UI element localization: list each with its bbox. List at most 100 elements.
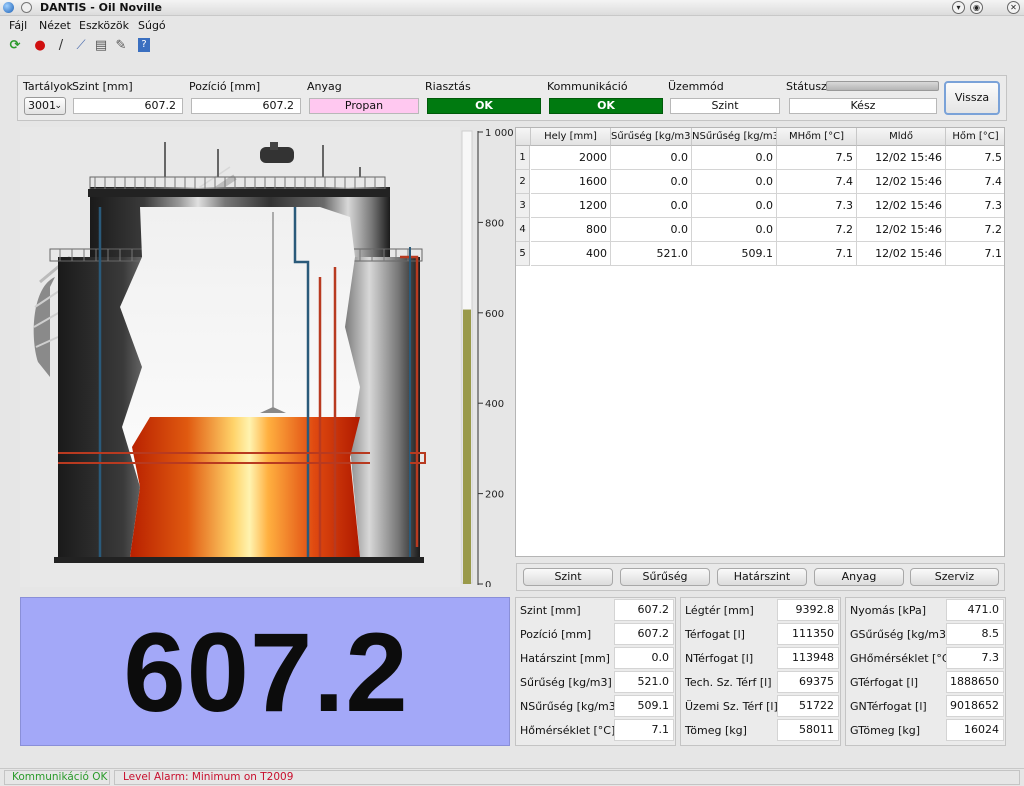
- table-cell[interactable]: 12/02 15:46: [857, 170, 946, 194]
- table-cell[interactable]: 7.4: [777, 170, 857, 194]
- value-label: GSűrűség [kg/m3]: [850, 628, 951, 641]
- row-number: 3: [516, 194, 530, 218]
- tab-level[interactable]: Szint: [523, 568, 613, 586]
- value-label: GTömeg [kg]: [850, 724, 921, 737]
- value-label: Határszint [mm]: [520, 652, 610, 665]
- table-cell[interactable]: 2000: [531, 146, 611, 170]
- tab-interface[interactable]: Határszint: [717, 568, 807, 586]
- refresh-icon[interactable]: ⟳: [7, 38, 23, 54]
- status-field: Kész: [789, 98, 937, 114]
- position-field: 607.2: [191, 98, 301, 114]
- scale-tick-label: 400: [485, 399, 504, 410]
- value-label: NSűrűség [kg/m3]: [520, 700, 621, 713]
- table-cell[interactable]: 0.0: [692, 194, 777, 218]
- table-cell[interactable]: 12/02 15:46: [857, 146, 946, 170]
- menu-tools[interactable]: Eszközök: [79, 19, 129, 32]
- menu-bar: Fájl Nézet Eszközök Súgó: [0, 16, 1024, 36]
- column-header[interactable]: Mldő: [857, 128, 946, 146]
- column-header[interactable]: Sűrűség [kg/m3]: [611, 128, 692, 146]
- table-cell[interactable]: 7.2: [946, 218, 1004, 242]
- value-field: 51722: [777, 695, 839, 717]
- position-label: Pozíció [mm]: [189, 80, 261, 93]
- table-cell[interactable]: 0.0: [692, 146, 777, 170]
- tab-density[interactable]: Sűrűség: [620, 568, 710, 586]
- row-number: 1: [516, 146, 530, 170]
- table-cell[interactable]: 12/02 15:46: [857, 218, 946, 242]
- menu-file[interactable]: Fájl: [9, 19, 27, 32]
- wrench-icon[interactable]: ✎: [113, 38, 129, 54]
- value-field: 607.2: [614, 599, 674, 621]
- minimize-icon[interactable]: ▾: [952, 1, 965, 14]
- help-icon[interactable]: ?: [138, 38, 150, 52]
- value-field: 7.1: [614, 719, 674, 741]
- value-field: 16024: [946, 719, 1004, 741]
- table-cell[interactable]: 800: [531, 218, 611, 242]
- table-cell[interactable]: 509.1: [692, 242, 777, 266]
- table-cell[interactable]: 0.0: [611, 146, 692, 170]
- chevron-down-icon: ⌄: [54, 101, 62, 111]
- level-values-panel: Szint [mm] 607.2 Pozíció [mm] 607.2 Hatá…: [515, 597, 676, 746]
- mode-field: Szint: [670, 98, 780, 114]
- chart-icon[interactable]: ⟋: [73, 38, 89, 54]
- communication-status: OK: [549, 98, 663, 114]
- alarm-icon[interactable]: ●: [32, 38, 48, 54]
- value-field: 9018652: [946, 695, 1004, 717]
- pen-icon[interactable]: /: [53, 38, 69, 54]
- maximize-icon[interactable]: ◉: [970, 1, 983, 14]
- window-menu-icon[interactable]: [21, 2, 32, 13]
- close-icon[interactable]: ✕: [1007, 1, 1020, 14]
- table-cell[interactable]: 12/02 15:46: [857, 242, 946, 266]
- level-field: 607.2: [73, 98, 183, 114]
- value-label: Térfogat [l]: [685, 628, 745, 641]
- value-field: 0.0: [614, 647, 674, 669]
- table-cell[interactable]: 400: [531, 242, 611, 266]
- value-field: 113948: [777, 647, 839, 669]
- table-cell[interactable]: 7.1: [777, 242, 857, 266]
- column-header[interactable]: Hely [mm]: [531, 128, 611, 146]
- volume-values-panel: Légtér [mm] 9392.8 Térfogat [l] 111350 N…: [680, 597, 841, 746]
- scale-tick-label: 0: [485, 580, 491, 587]
- column-header[interactable]: MHőm [°C]: [777, 128, 857, 146]
- window-title: DANTIS - Oil Noville: [40, 1, 163, 14]
- tank-select[interactable]: 3001 ⌄: [24, 97, 66, 115]
- value-label: Tech. Sz. Térf [l]: [685, 676, 772, 689]
- table-cell[interactable]: 7.5: [946, 146, 1004, 170]
- tank-illustration: [20, 127, 460, 587]
- value-field: 111350: [777, 623, 839, 645]
- table-cell[interactable]: 1200: [531, 194, 611, 218]
- table-cell[interactable]: 0.0: [611, 194, 692, 218]
- column-header[interactable]: Hőm [°C]: [946, 128, 1004, 146]
- table-cell[interactable]: 0.0: [692, 170, 777, 194]
- material-label: Anyag: [307, 80, 342, 93]
- table-cell[interactable]: 0.0: [611, 170, 692, 194]
- tab-service[interactable]: Szerviz: [910, 568, 999, 586]
- tank-select-value: 3001: [28, 99, 56, 112]
- table-cell[interactable]: 12/02 15:46: [857, 194, 946, 218]
- table-cell[interactable]: 7.5: [777, 146, 857, 170]
- menu-view[interactable]: Nézet: [39, 19, 71, 32]
- document-icon[interactable]: ▤: [93, 38, 109, 54]
- value-field: 69375: [777, 671, 839, 693]
- tab-material[interactable]: Anyag: [814, 568, 904, 586]
- back-button[interactable]: Vissza: [944, 81, 1000, 115]
- status-label: Státusz: [786, 80, 827, 93]
- value-label: NTérfogat [l]: [685, 652, 754, 665]
- level-fill: [463, 309, 471, 584]
- table-cell[interactable]: 521.0: [611, 242, 692, 266]
- value-label: GTérfogat [l]: [850, 676, 919, 689]
- table-cell[interactable]: 7.3: [946, 194, 1004, 218]
- table-cell[interactable]: 0.0: [611, 218, 692, 242]
- menu-help[interactable]: Súgó: [138, 19, 166, 32]
- scale-tick-label: 800: [485, 218, 504, 229]
- table-cell[interactable]: 7.2: [777, 218, 857, 242]
- level-gauge: 1 000 800 600 400 200 0: [461, 128, 514, 591]
- table-cell[interactable]: 7.3: [777, 194, 857, 218]
- table-cell[interactable]: 0.0: [692, 218, 777, 242]
- scale-tick-label: 200: [485, 490, 504, 501]
- table-cell[interactable]: 1600: [531, 170, 611, 194]
- column-header[interactable]: NSűrűség [kg/m3]: [692, 128, 777, 146]
- table-cell[interactable]: 7.4: [946, 170, 1004, 194]
- alarm-label: Riasztás: [425, 80, 471, 93]
- table-cell[interactable]: 7.1: [946, 242, 1004, 266]
- value-field: 8.5: [946, 623, 1004, 645]
